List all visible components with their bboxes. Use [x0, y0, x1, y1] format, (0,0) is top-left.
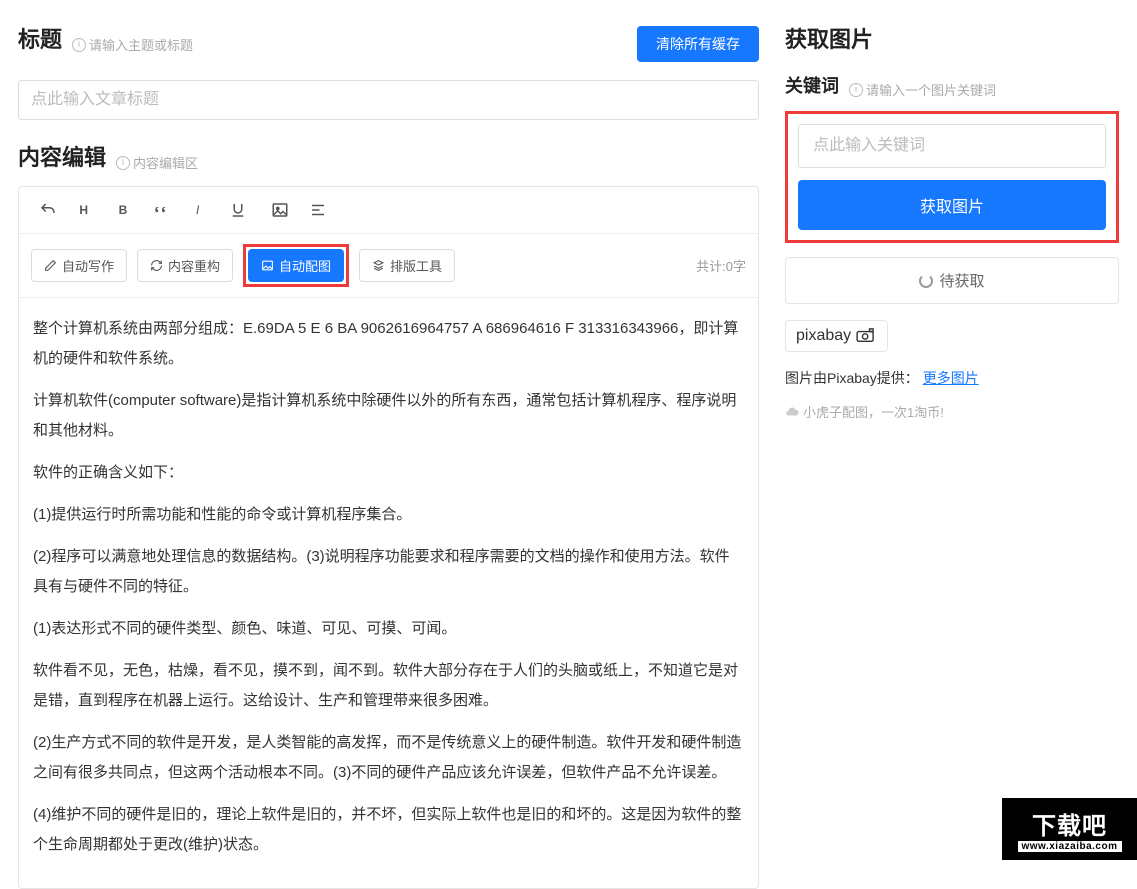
camera-icon	[855, 328, 877, 344]
auto-write-button[interactable]: 自动写作	[31, 249, 127, 282]
loading-icon	[919, 274, 933, 288]
keyword-highlight-box: 获取图片	[785, 111, 1119, 243]
action-toolbar: 自动写作 内容重构 自动配图 排版工具 共计:0字	[19, 234, 758, 298]
right-heading: 获取图片	[785, 22, 873, 54]
content-para: (1)表达形式不同的硬件类型、颜色、味道、可见、可摸、可闻。	[33, 614, 744, 644]
content-heading: 内容编辑	[18, 140, 106, 172]
bold-icon[interactable]: B	[107, 193, 141, 227]
title-hint: i 请输入主题或标题	[72, 35, 193, 54]
editor-container: H B I	[18, 186, 759, 889]
content-para: 整个计算机系统由两部分组成：E.69DA 5 E 6 BA 9062616964…	[33, 314, 744, 374]
restructure-button[interactable]: 内容重构	[137, 249, 233, 282]
content-para: 软件的正确含义如下：	[33, 458, 744, 488]
editor-toolbar: H B I	[19, 187, 758, 234]
content-para: 计算机软件(computer software)是指计算机系统中除硬件以外的所有…	[33, 386, 744, 446]
svg-text:B: B	[119, 203, 128, 217]
undo-icon[interactable]	[31, 193, 65, 227]
info-icon: i	[849, 83, 863, 97]
watermark: 下载吧 www.xiazaiba.com	[1002, 798, 1137, 860]
content-para: (2)程序可以满意地处理信息的数据结构。(3)说明程序功能要求和程序需要的文档的…	[33, 542, 744, 602]
svg-text:H: H	[79, 203, 88, 217]
quote-icon[interactable]	[145, 193, 179, 227]
heading-icon[interactable]: H	[69, 193, 103, 227]
info-icon: i	[116, 156, 130, 170]
article-title-input[interactable]	[18, 80, 759, 120]
more-images-link[interactable]: 更多图片	[923, 370, 979, 386]
svg-text:I: I	[196, 203, 200, 217]
align-icon[interactable]	[301, 193, 335, 227]
title-heading: 标题	[18, 22, 62, 54]
fetch-image-button[interactable]: 获取图片	[798, 180, 1106, 230]
image-credit: 图片由Pixabay提供： 更多图片	[785, 368, 1119, 388]
content-editor[interactable]: 整个计算机系统由两部分组成：E.69DA 5 E 6 BA 9062616964…	[19, 298, 758, 888]
auto-image-highlight: 自动配图	[243, 244, 349, 287]
content-para: (1)提供运行时所需功能和性能的命令或计算机程序集合。	[33, 500, 744, 530]
clear-cache-button[interactable]: 清除所有缓存	[637, 26, 759, 62]
pixabay-badge: pixabay	[785, 320, 888, 352]
content-para: (4)维护不同的硬件是旧的，理论上软件是旧的，并不坏，但实际上软件也是旧的和坏的…	[33, 800, 744, 860]
layout-tool-button[interactable]: 排版工具	[359, 249, 455, 282]
auto-image-button[interactable]: 自动配图	[248, 249, 344, 282]
italic-icon[interactable]: I	[183, 193, 217, 227]
content-hint: i 内容编辑区	[116, 153, 198, 172]
underline-icon[interactable]	[221, 193, 255, 227]
keyword-label: 关键词	[785, 72, 839, 98]
fetch-status: 待获取	[785, 257, 1119, 304]
keyword-input[interactable]	[798, 124, 1106, 168]
word-count: 共计:0字	[696, 256, 746, 275]
content-para: 软件看不见，无色，枯燥，看不见，摸不到，闻不到。软件大部分存在于人们的头脑或纸上…	[33, 656, 744, 716]
content-para: (2)生产方式不同的软件是开发，是人类智能的高发挥，而不是传统意义上的硬件制造。…	[33, 728, 744, 788]
info-icon: i	[72, 38, 86, 52]
footer-note: 小虎子配图，一次1淘币!	[785, 402, 1119, 421]
keyword-hint: i 请输入一个图片关键词	[849, 80, 996, 99]
cloud-icon	[785, 405, 799, 419]
image-icon[interactable]	[263, 193, 297, 227]
